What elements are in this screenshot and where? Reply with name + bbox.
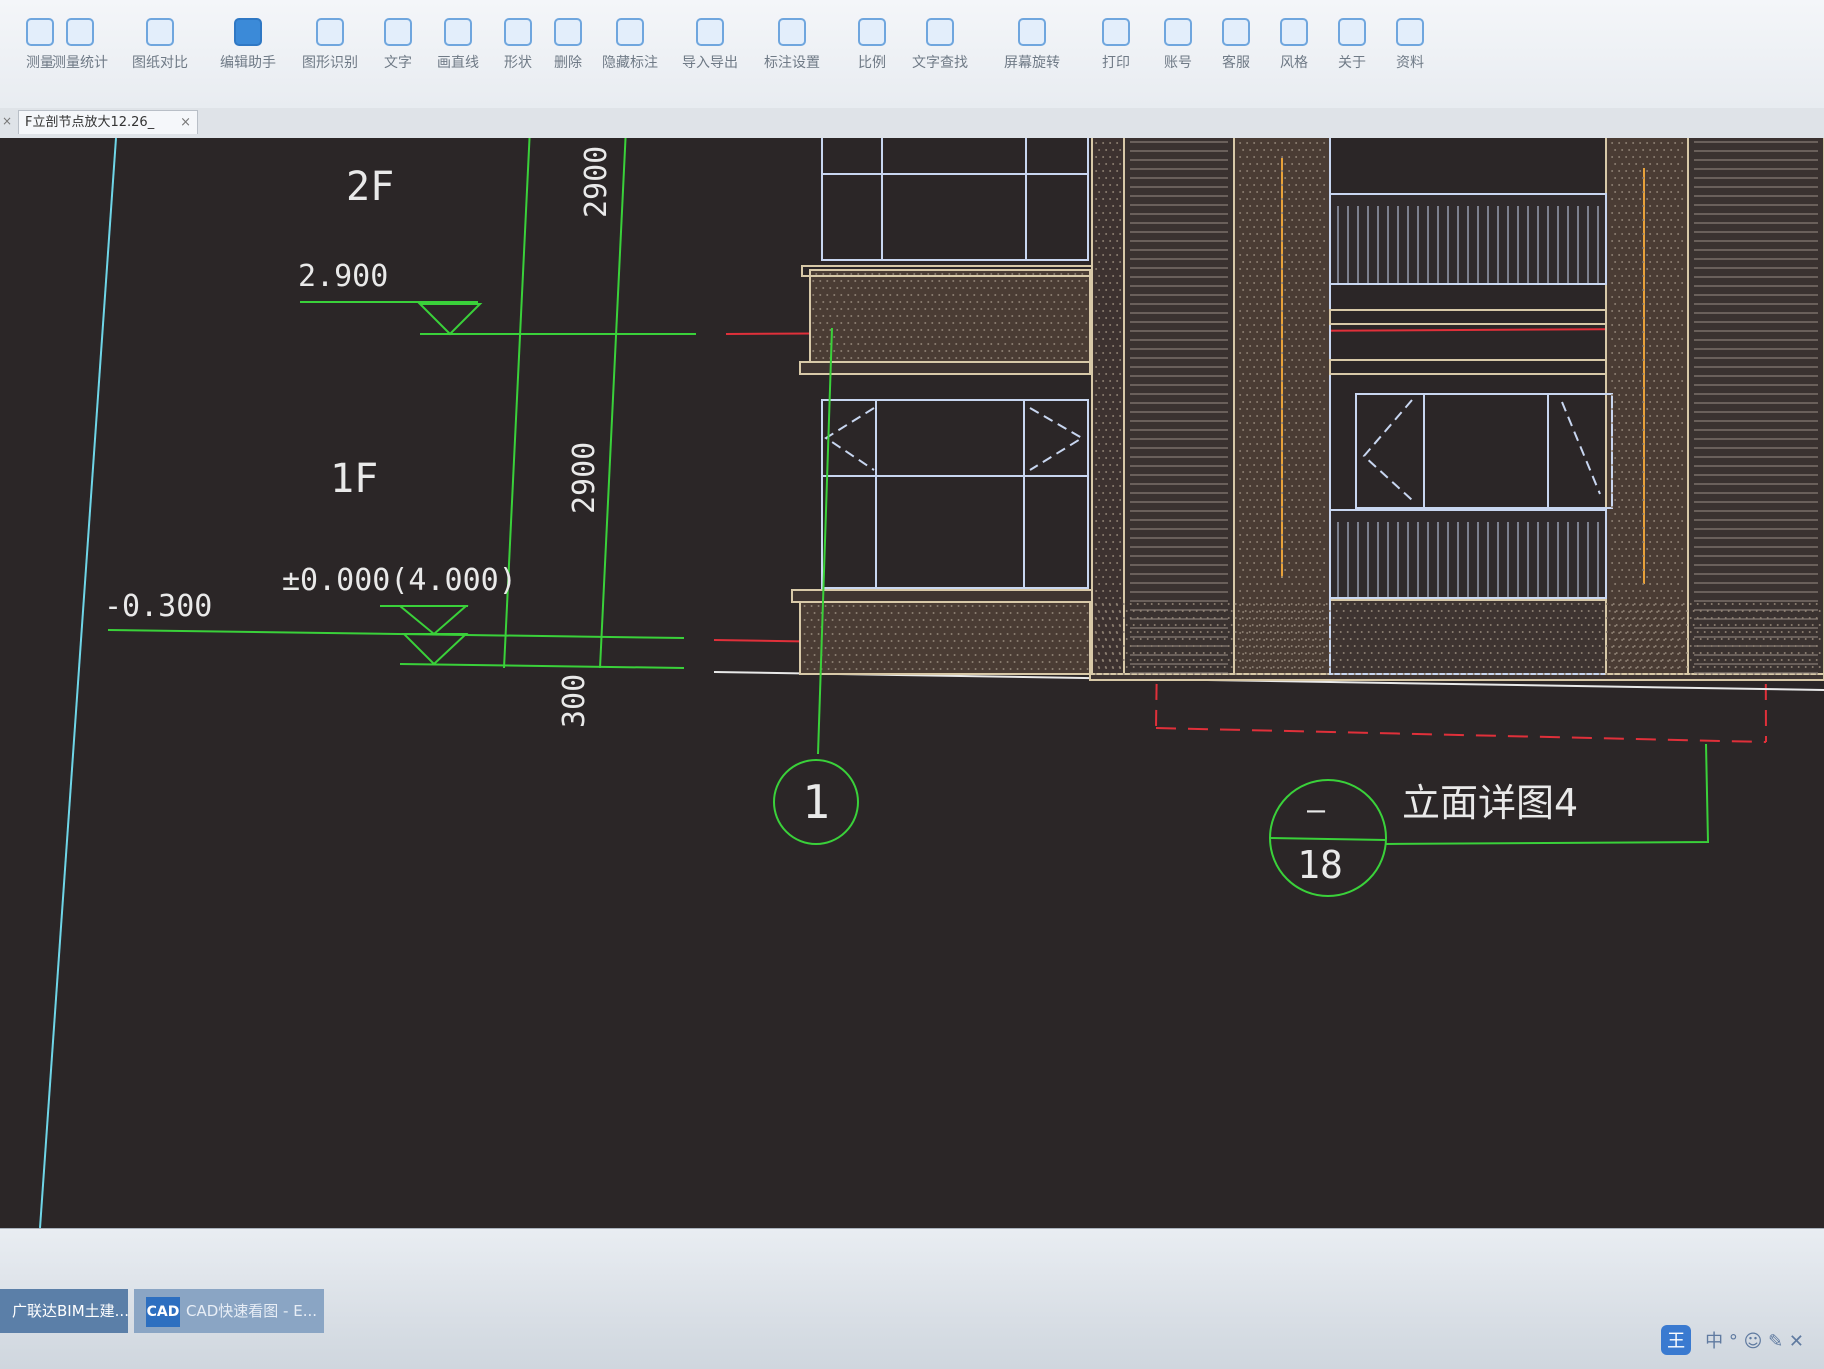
callout-sheet-number: 18 [1297, 843, 1343, 887]
taskbar-app-bim[interactable]: 广联达BIM土建... [0, 1289, 128, 1333]
document-tab-bar: × F立剖节点放大12.26_ × [0, 108, 1824, 139]
taskbar-app-cad[interactable]: CAD CAD快速看图 - E... [134, 1289, 324, 1333]
cad-logo-icon: CAD [146, 1296, 180, 1327]
toolbar-item-label: 屏幕旋转 [1004, 55, 1060, 71]
toolbar-hide-annotation-button[interactable]: 隐藏标注 [590, 18, 670, 72]
info-icon [1338, 18, 1366, 46]
toolbar-item-label: 删除 [554, 55, 582, 71]
system-tray: 王中 ° ☺ ✎ ✕ [1464, 1325, 1804, 1359]
eraser-icon [554, 18, 582, 46]
annotation-settings-icon [778, 18, 806, 46]
pilaster-2 [1605, 138, 1689, 675]
main-toolbar: 测量 测量统计 图纸对比 编辑助手 图形识别 文字 画直线 形状 删除 隐藏标注 导入导出 标注设置比… [0, 0, 1824, 119]
cad-drawing: 2F 2.900 1F ±0.000(4.000) -0.300 2900 29… [39, 138, 1824, 1228]
sill-upper [799, 361, 1091, 375]
level-marker-0 [397, 605, 469, 636]
toolbar-documents-button[interactable]: 资料 [1370, 18, 1450, 72]
shape-recognition-icon [316, 18, 344, 46]
toolbar-rotate-screen-button[interactable]: 屏幕旋转 [992, 18, 1072, 72]
window-top-left [821, 138, 1089, 261]
siding-panel-1 [1123, 138, 1235, 675]
wall-band-upper [809, 269, 1091, 367]
toolbar-item-label: 账号 [1164, 55, 1192, 71]
toolbar-item-label: 资料 [1396, 55, 1424, 71]
toolbar-item-label: 文字 [384, 55, 412, 71]
toolbar-item-label: 打印 [1102, 55, 1130, 71]
toolbar-item-label: 编辑助手 [220, 55, 276, 71]
level-line-0 [107, 629, 685, 639]
dimension-text-top: 2900 [579, 146, 614, 218]
compare-icon [146, 18, 174, 46]
taskbar-app-bim-label: 广联达BIM土建... [12, 1302, 128, 1320]
siding-panel-2 [1687, 138, 1824, 675]
grid-axis-line [817, 327, 833, 755]
elevation-minus: -0.300 [104, 589, 212, 624]
toolbar-item-label: 图形识别 [302, 55, 358, 71]
headset-icon [1222, 18, 1250, 46]
toolbar-edit-assistant-button[interactable]: 编辑助手 [208, 18, 288, 72]
toolbar-item-label: 图纸对比 [132, 55, 188, 71]
grid-bubble-label: 1 [802, 775, 830, 829]
tray-icons[interactable]: 中 ° ☺ ✎ ✕ [1705, 1331, 1804, 1352]
level-marker-2900 [417, 303, 483, 336]
callout-top-text: — [1307, 793, 1326, 828]
detail-boundary-bottom [1155, 727, 1767, 743]
edit-assistant-icon [234, 18, 262, 46]
level-marker-minus [401, 633, 469, 666]
balcony-window [1355, 393, 1613, 509]
toolbar-annotation-settings-button[interactable]: 标注设置 [752, 18, 832, 72]
level-line-minus [399, 663, 685, 669]
text-search-icon [926, 18, 954, 46]
facade-elevation [791, 138, 1824, 681]
toolbar-item-label: 标注设置 [764, 55, 820, 71]
toolbar-item-label: 客服 [1222, 55, 1250, 71]
viewport-boundary-line [39, 138, 117, 1228]
style-icon [1280, 18, 1308, 46]
document-tab[interactable]: F立剖节点放大12.26_ × [18, 110, 198, 134]
floor2-label: 2F [346, 164, 394, 210]
import-export-icon [696, 18, 724, 46]
callout-title: 立面详图4 [1402, 781, 1578, 825]
toolbar-item-label: 导入导出 [682, 55, 738, 71]
pier-1 [1091, 138, 1125, 675]
toolbar-item-label: 文字查找 [912, 55, 968, 71]
ime-icon[interactable]: 王 [1661, 1325, 1692, 1355]
document-tab-label: F立剖节点放大12.26_ [25, 115, 155, 130]
toolbar-import-export-button[interactable]: 导入导出 [670, 18, 750, 72]
toolbar-item-label: 比例 [858, 55, 886, 71]
documents-icon [1396, 18, 1424, 46]
windows-taskbar: 广联达BIM土建... CAD CAD快速看图 - E... 王中 ° ☺ ✎ ✕ [0, 1228, 1824, 1369]
elevation-zero: ±0.000(4.000) [282, 563, 517, 598]
drawing-canvas[interactable]: 2F 2.900 1F ±0.000(4.000) -0.300 2900 29… [0, 138, 1824, 1228]
line-icon [444, 18, 472, 46]
toolbar-item-label: 测量统计 [52, 55, 108, 71]
rotate-screen-icon [1018, 18, 1046, 46]
toolbar-stats-button[interactable]: 测量统计 [40, 18, 120, 72]
toolbar-item-label: 风格 [1280, 55, 1308, 71]
window-bottom-left [821, 399, 1089, 589]
account-icon [1164, 18, 1192, 46]
toolbar-item-label: 隐藏标注 [602, 55, 658, 71]
stats-icon [66, 18, 94, 46]
dimension-text-bottom: 300 [557, 674, 592, 728]
toolbar-item-label: 画直线 [437, 55, 479, 71]
hide-annotation-icon [616, 18, 644, 46]
toolbar-item-label: 关于 [1338, 55, 1366, 71]
sill-lower [791, 589, 1093, 603]
floor1-label: 1F [330, 456, 378, 502]
dimension-text-mid: 2900 [567, 442, 602, 514]
toolbar-text-search-button[interactable]: 文字查找 [900, 18, 980, 72]
toolbar-compare-button[interactable]: 图纸对比 [120, 18, 200, 72]
print-icon [1102, 18, 1130, 46]
scale-icon [858, 18, 886, 46]
close-tab-icon[interactable]: × [180, 111, 191, 134]
left-close-icon[interactable]: × [2, 114, 12, 128]
elevation-2900: 2.900 [298, 259, 388, 294]
taskbar-app-cad-label: CAD快速看图 - E... [186, 1302, 318, 1320]
text-icon [384, 18, 412, 46]
